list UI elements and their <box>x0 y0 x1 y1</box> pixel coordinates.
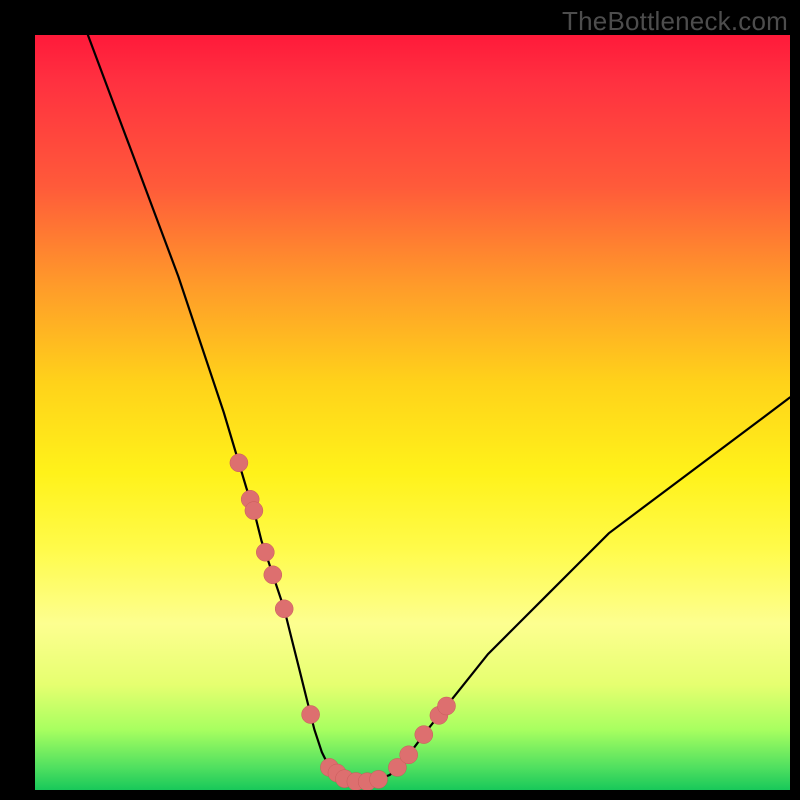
watermark-text: TheBottleneck.com <box>562 6 788 37</box>
curve-marker <box>256 543 274 561</box>
curve-marker <box>302 706 320 724</box>
curve-markers <box>230 454 456 790</box>
curve-line <box>88 35 790 783</box>
curve-marker <box>438 697 456 715</box>
curve-marker <box>264 566 282 584</box>
curve-marker <box>275 600 293 618</box>
curve-marker <box>370 770 388 788</box>
chart-frame: TheBottleneck.com <box>0 0 800 800</box>
curve-marker <box>230 454 248 472</box>
curve-marker <box>400 746 418 764</box>
plot-area <box>35 35 790 790</box>
bottleneck-curve <box>35 35 790 790</box>
curve-marker <box>415 726 433 744</box>
curve-marker <box>245 502 263 520</box>
